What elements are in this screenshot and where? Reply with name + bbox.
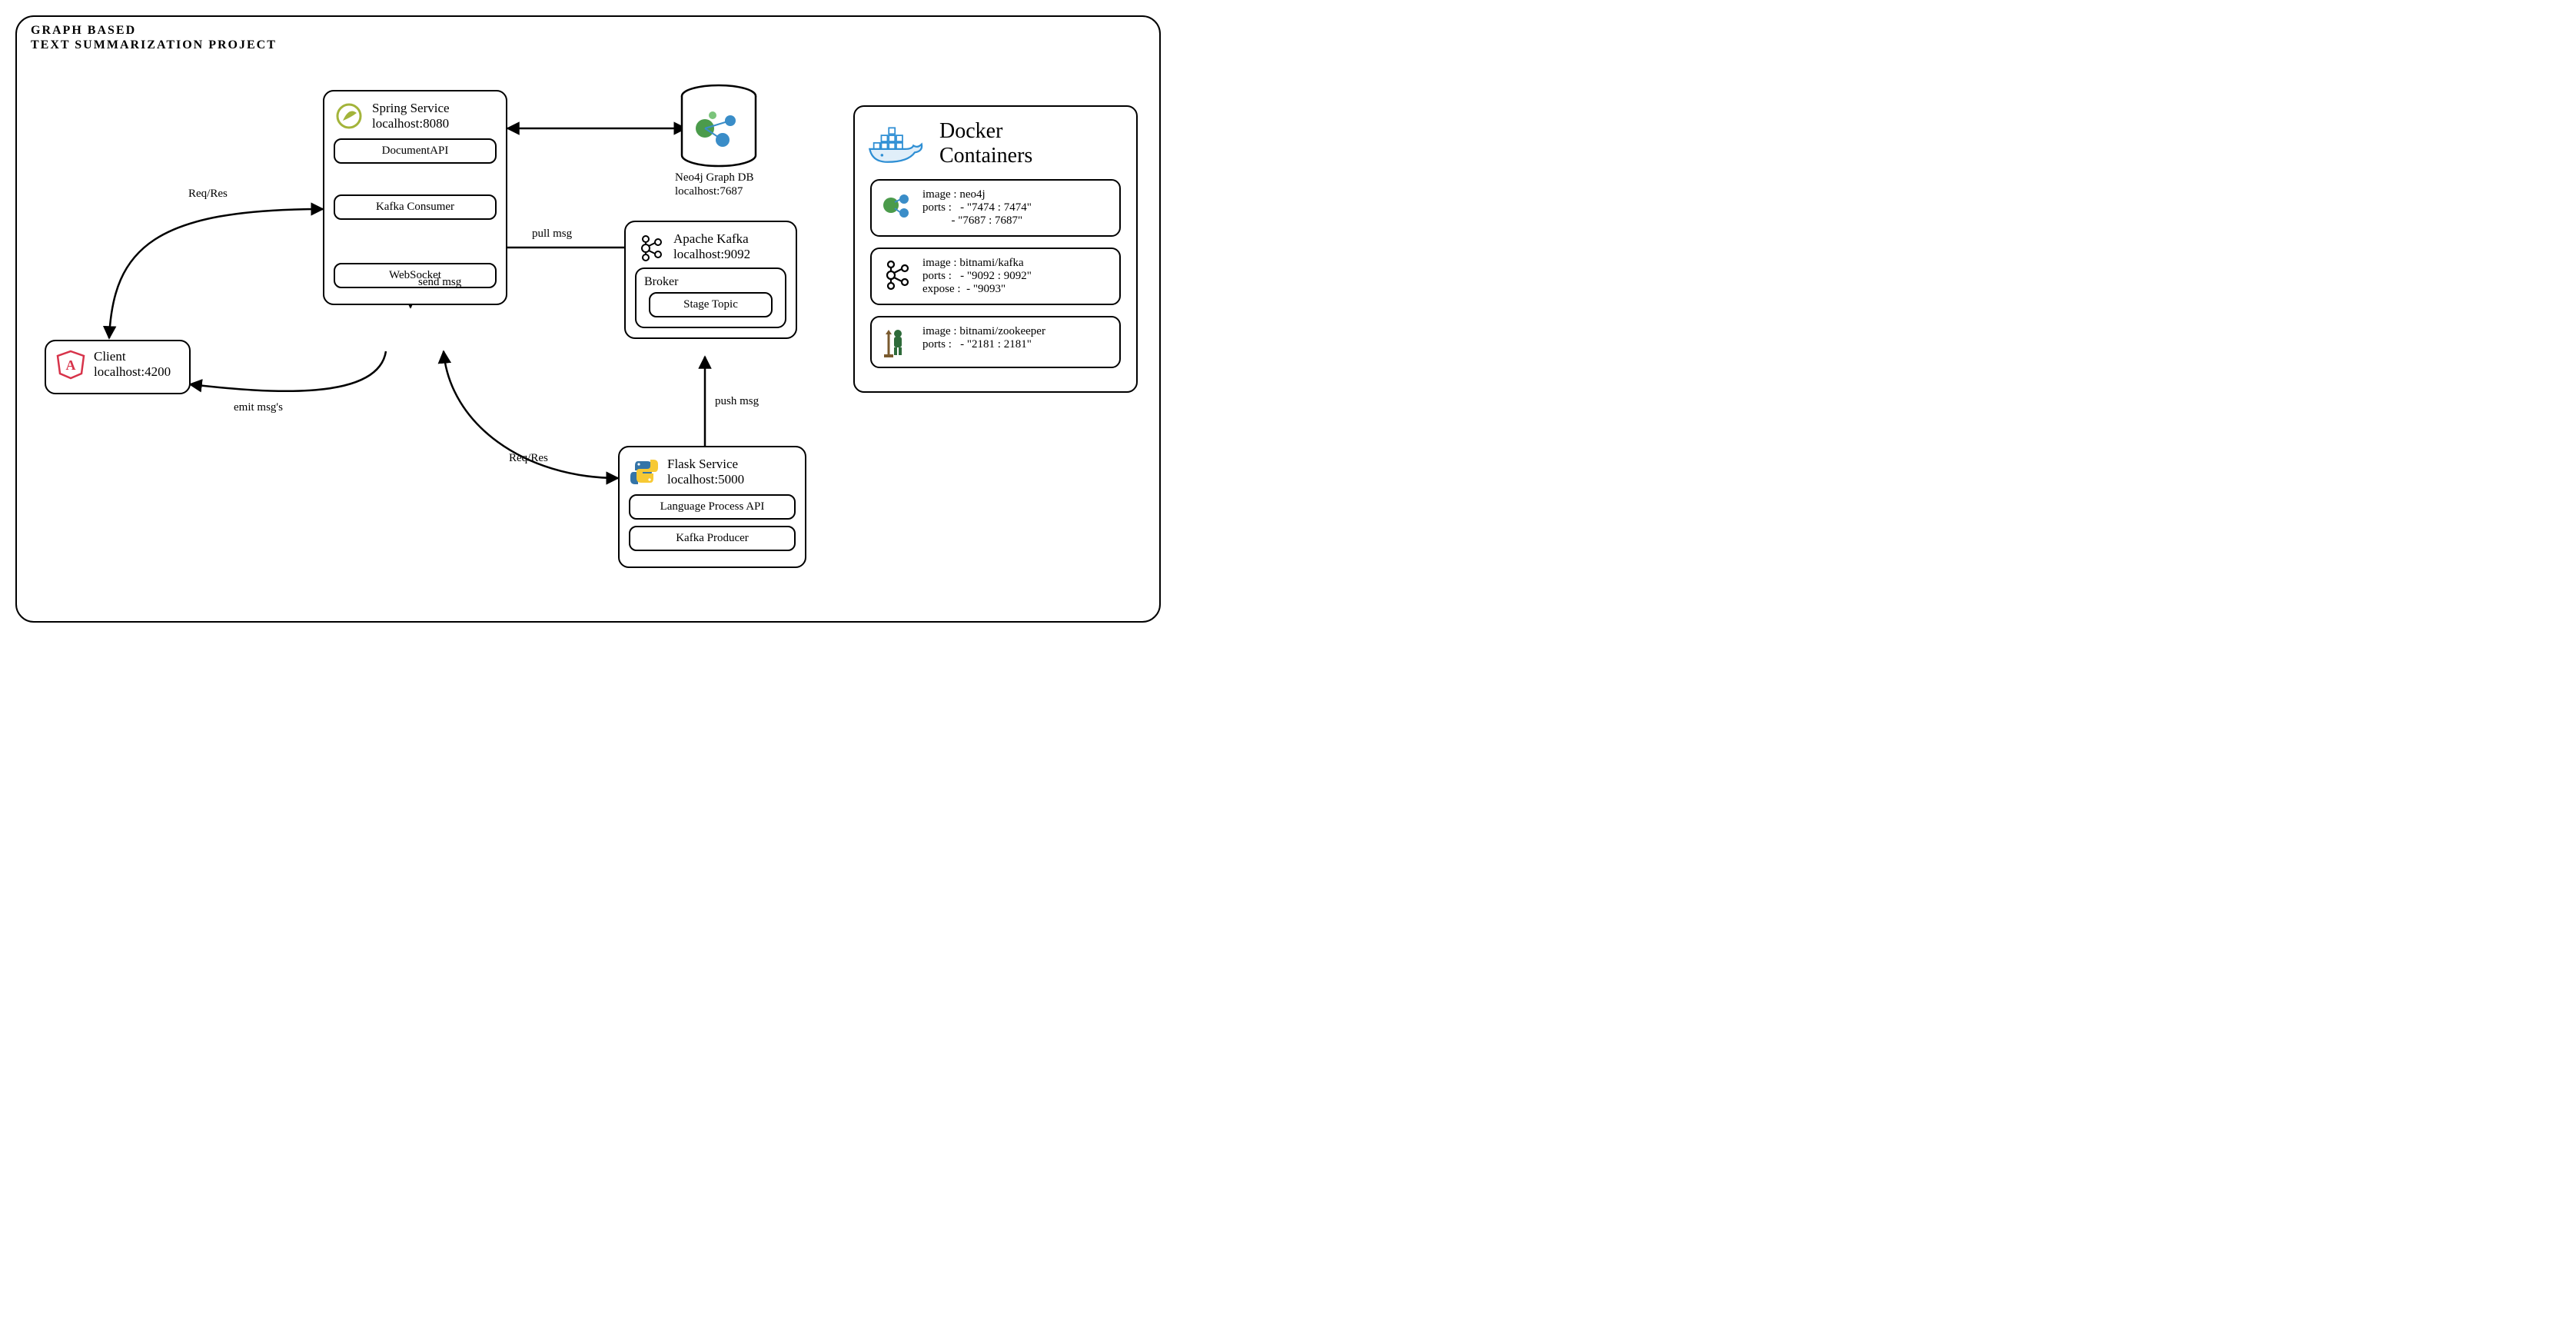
spring-addr: localhost:8080 — [372, 116, 449, 131]
python-icon — [629, 457, 660, 487]
broker-box: Broker Stage Topic — [635, 267, 786, 328]
docker-item-zookeeper: image : bitnami/zookeeper ports : - "218… — [870, 316, 1121, 368]
docker-zookeeper-text: image : bitnami/zookeeper ports : - "218… — [922, 325, 1045, 351]
docker-panel: DockerContainers image : neo4j ports : -… — [853, 105, 1138, 393]
angular-icon: A — [55, 349, 86, 380]
docker-item-neo4j: image : neo4j ports : - "7474 : 7474" - … — [870, 179, 1121, 237]
spring-title: Spring Service localhost:8080 — [372, 101, 450, 132]
edge-push-msg: push msg — [715, 395, 759, 408]
edge-pull-msg: pull msg — [532, 228, 572, 241]
docker-item-kafka: image : bitnami/kafka ports : - "9092 : … — [870, 248, 1121, 305]
flask-title: Flask Service localhost:5000 — [667, 457, 744, 488]
kafka-box: Apache Kafka localhost:9092 Broker Stage… — [624, 221, 797, 339]
docker-kafka-text: image : bitnami/kafka ports : - "9092 : … — [922, 257, 1032, 296]
diagram-title: GRAPH BASED TEXT SUMMARIZATION PROJECT — [31, 23, 277, 52]
flask-addr: localhost:5000 — [667, 472, 744, 487]
svg-text:A: A — [66, 357, 76, 373]
neo4j-icon — [879, 188, 913, 222]
kafka-producer-pill: Kafka Producer — [629, 526, 796, 551]
edge-emit-msgs: emit msg's — [234, 401, 283, 414]
docker-neo4j-text: image : neo4j ports : - "7474 : 7474" - … — [922, 188, 1032, 228]
edge-req-res-bottom: Req/Res — [509, 452, 548, 465]
edge-send-msg: send msg — [418, 276, 461, 289]
document-api-pill: DocumentAPI — [334, 138, 497, 164]
kafka-addr: localhost:9092 — [673, 247, 750, 261]
kafka-name: Apache Kafka — [673, 231, 749, 246]
zookeeper-icon — [879, 325, 913, 359]
docker-title: DockerContainers — [939, 119, 1032, 168]
client-title: Client localhost:4200 — [94, 349, 171, 380]
client-box: A Client localhost:4200 — [45, 340, 191, 394]
spring-name: Spring Service — [372, 101, 450, 115]
kafka-icon — [635, 231, 666, 262]
title-line-1: GRAPH BASED — [31, 24, 136, 37]
lang-api-pill: Language Process API — [629, 494, 796, 520]
kafka-title: Apache Kafka localhost:9092 — [673, 231, 750, 263]
edge-req-res-top: Req/Res — [188, 188, 228, 201]
flask-box: Flask Service localhost:5000 Language Pr… — [618, 446, 806, 568]
broker-label: Broker — [644, 275, 777, 289]
title-line-2: TEXT SUMMARIZATION PROJECT — [31, 38, 277, 52]
client-addr: localhost:4200 — [94, 364, 171, 379]
kafka-consumer-pill: Kafka Consumer — [334, 194, 497, 220]
kafka-small-icon — [879, 257, 913, 291]
client-name: Client — [94, 349, 126, 364]
stage-topic-pill: Stage Topic — [649, 292, 773, 317]
spring-box: Spring Service localhost:8080 DocumentAP… — [323, 90, 507, 305]
diagram-frame: GRAPH BASED TEXT SUMMARIZATION PROJECT — [15, 15, 1161, 623]
spring-icon — [334, 101, 364, 131]
neo4j-name: Neo4j Graph DB — [675, 171, 753, 184]
flask-name: Flask Service — [667, 457, 738, 471]
docker-icon — [866, 121, 927, 167]
websocket-pill: WebSocket — [334, 263, 497, 288]
neo4j-addr: localhost:7687 — [675, 185, 743, 198]
neo4j-label: Neo4j Graph DB localhost:7687 — [675, 171, 753, 198]
